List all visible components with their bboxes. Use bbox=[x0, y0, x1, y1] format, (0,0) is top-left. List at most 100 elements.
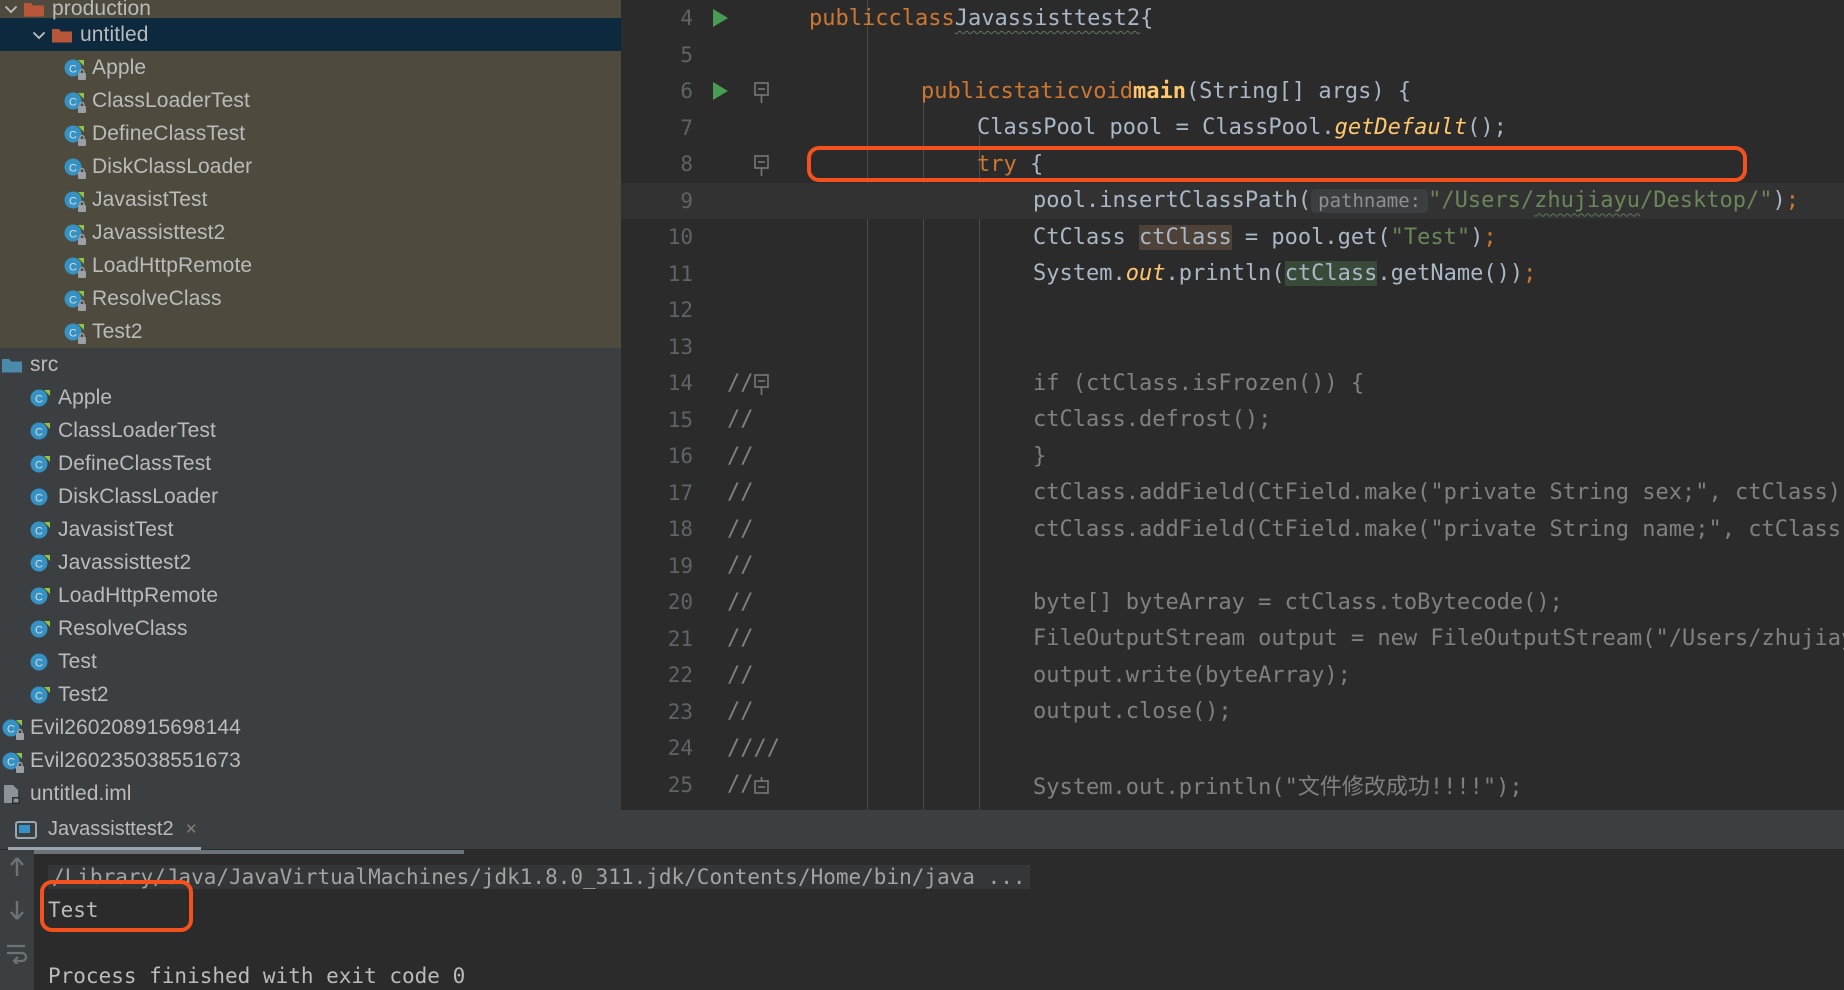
tree-item-javasisttest[interactable]: C JavasistTest bbox=[0, 513, 621, 546]
code-line-4[interactable]: 4 public class Javassisttest2 { bbox=[621, 0, 1844, 37]
code-line-12[interactable]: 12 bbox=[621, 292, 1844, 329]
tree-item-label: Apple bbox=[92, 55, 147, 79]
tree-item-production[interactable]: production bbox=[0, 0, 621, 20]
class-compiled-icon: C bbox=[62, 254, 86, 278]
gutter-icons[interactable]: // bbox=[699, 548, 809, 585]
fold-end-icon[interactable] bbox=[753, 775, 771, 795]
run-tab-bar[interactable]: Javassisttest2 × bbox=[0, 810, 1844, 850]
tree-item-javassisttest2[interactable]: C Javassisttest2 bbox=[0, 546, 621, 579]
gutter-icons[interactable]: // bbox=[699, 621, 809, 658]
tree-item-resolveclass[interactable]: C ResolveClass bbox=[0, 282, 621, 315]
gutter-icons[interactable]: // bbox=[699, 511, 809, 548]
scroll-up-icon[interactable] bbox=[6, 854, 28, 885]
gutter-icons[interactable] bbox=[699, 292, 809, 329]
tree-item-apple[interactable]: C Apple bbox=[0, 51, 621, 84]
code-line-23[interactable]: 23 // output.close(); bbox=[621, 694, 1844, 731]
console-output-area[interactable]: /Library/Java/JavaVirtualMachines/jdk1.8… bbox=[0, 850, 1844, 990]
code-line-9[interactable]: 9 pool.insertClassPath( pathname: "/Users… bbox=[621, 182, 1844, 220]
tree-item-label: JavasistTest bbox=[92, 187, 208, 211]
code-line-22[interactable]: 22 // output.write(byteArray); bbox=[621, 657, 1844, 694]
close-icon[interactable]: × bbox=[186, 819, 197, 841]
gutter-icons[interactable]: // bbox=[699, 365, 809, 402]
gutter-icons[interactable]: // bbox=[699, 402, 809, 439]
tree-item-classloadertest[interactable]: C ClassLoaderTest bbox=[0, 414, 621, 447]
gutter-icons[interactable] bbox=[699, 37, 809, 74]
tree-item-defineclasstest[interactable]: C DefineClassTest bbox=[0, 447, 621, 480]
run-gutter-icon[interactable] bbox=[713, 82, 728, 100]
tree-item-evil260208915698144[interactable]: C Evil260208915698144 bbox=[0, 711, 621, 744]
code-line-15[interactable]: 15 // ctClass.defrost(); bbox=[621, 402, 1844, 439]
fold-collapse-icon[interactable] bbox=[753, 81, 771, 103]
code-line-14[interactable]: 14 // if (ctClass.isFrozen()) { bbox=[621, 365, 1844, 402]
tree-item-untitled[interactable]: untitled bbox=[0, 18, 621, 51]
gutter-icons[interactable] bbox=[699, 0, 809, 37]
tree-item-loadhttpremote[interactable]: C LoadHttpRemote bbox=[0, 579, 621, 612]
code-line-17[interactable]: 17 // ctClass.addField(CtField.make("priva… bbox=[621, 475, 1844, 512]
fold-collapse-icon[interactable] bbox=[753, 373, 771, 395]
tree-item-diskclassloader[interactable]: C DiskClassLoader bbox=[0, 480, 621, 513]
code-line-16[interactable]: 16 //} bbox=[621, 438, 1844, 475]
run-tab-javassisttest2[interactable]: Javassisttest2 × bbox=[0, 810, 209, 850]
tree-item-diskclassloader[interactable]: C DiskClassLoader bbox=[0, 150, 621, 183]
code-line-20[interactable]: 20 // byte[] byteArray = ctClass.toBytecod… bbox=[621, 584, 1844, 621]
run-tool-window[interactable]: Javassisttest2 × /Library/Java/JavaVirtu… bbox=[0, 810, 1844, 990]
gutter-icons[interactable]: // bbox=[699, 767, 809, 804]
console-text[interactable]: /Library/Java/JavaVirtualMachines/jdk1.8… bbox=[34, 850, 1844, 990]
class-compiled-icon: C bbox=[0, 749, 24, 773]
tree-item-loadhttpremote[interactable]: C LoadHttpRemote bbox=[0, 249, 621, 282]
code-line-25[interactable]: 25 // System.out.println("文件修改成功!!!!"); bbox=[621, 767, 1844, 804]
project-tree-panel[interactable]: production untitled C Apple C ClassLoaderTest… bbox=[0, 0, 621, 810]
code-line-10[interactable]: 10 CtClass ctClass = pool.get("Test"); bbox=[621, 219, 1844, 256]
gutter-icons[interactable]: // bbox=[699, 475, 809, 512]
gutter-icons[interactable] bbox=[699, 183, 809, 220]
tree-item-classloadertest[interactable]: C ClassLoaderTest bbox=[0, 84, 621, 117]
run-gutter-icon[interactable] bbox=[713, 9, 728, 27]
code-line-7[interactable]: 7 ClassPool pool = ClassPool. getDefault()… bbox=[621, 110, 1844, 147]
tree-item-test[interactable]: C Test bbox=[0, 645, 621, 678]
console-gutter-toolbar[interactable] bbox=[0, 850, 34, 990]
gutter-icons[interactable] bbox=[699, 110, 809, 147]
tree-item-label: Evil260208915698144 bbox=[30, 715, 241, 739]
gutter-icons[interactable] bbox=[699, 256, 809, 293]
gutter-icons[interactable] bbox=[699, 329, 809, 366]
tree-item-src[interactable]: src bbox=[0, 348, 621, 381]
code-line-11[interactable]: 11 System. out .println(ctClass .getName()); bbox=[621, 256, 1844, 293]
code-line-13[interactable]: 13 bbox=[621, 329, 1844, 366]
fold-collapse-icon[interactable] bbox=[753, 154, 771, 176]
scroll-down-icon[interactable] bbox=[6, 897, 28, 928]
code-line-5[interactable]: 5 bbox=[621, 37, 1844, 74]
code-line-24[interactable]: 24 //// bbox=[621, 730, 1844, 767]
tree-item-untitled-iml[interactable]: untitled.iml bbox=[0, 777, 621, 810]
code-line-8[interactable]: 8 try { bbox=[621, 146, 1844, 183]
tree-item-apple[interactable]: C Apple bbox=[0, 381, 621, 414]
gutter-icons[interactable] bbox=[699, 146, 809, 183]
gutter-icons[interactable] bbox=[699, 219, 809, 256]
console-output-line: Test bbox=[48, 893, 1844, 926]
tree-item-test2[interactable]: C Test2 bbox=[0, 678, 621, 711]
code-line-21[interactable]: 21 // FileOutputStream output = new FileOu… bbox=[621, 621, 1844, 658]
code-line-6[interactable]: 6 public static void main (String[] args) … bbox=[621, 73, 1844, 110]
gutter-icons[interactable]: // bbox=[699, 438, 809, 475]
tree-item-javassisttest2[interactable]: C Javassisttest2 bbox=[0, 216, 621, 249]
gutter-icons[interactable]: // bbox=[699, 694, 809, 731]
code-line-26[interactable]: 26 bbox=[621, 803, 1844, 810]
gutter-icons[interactable] bbox=[699, 73, 809, 110]
chevron-down-icon[interactable] bbox=[0, 0, 22, 20]
tree-item-defineclasstest[interactable]: C DefineClassTest bbox=[0, 117, 621, 150]
chevron-down-icon[interactable] bbox=[28, 24, 50, 46]
tree-item-evil260235038551673[interactable]: C Evil260235038551673 bbox=[0, 744, 621, 777]
tree-item-resolveclass[interactable]: C ResolveClass bbox=[0, 612, 621, 645]
code-line-18[interactable]: 18 // ctClass.addField(CtField.make("priva… bbox=[621, 511, 1844, 548]
console-scroll-indicator[interactable] bbox=[34, 850, 464, 854]
gutter-icons[interactable] bbox=[699, 803, 809, 810]
gutter-icons[interactable]: // bbox=[699, 584, 809, 621]
gutter-icons[interactable]: //// bbox=[699, 730, 809, 767]
code-line-19[interactable]: 19 // bbox=[621, 548, 1844, 585]
gutter-icons[interactable]: // bbox=[699, 657, 809, 694]
tree-item-javasisttest[interactable]: C JavasistTest bbox=[0, 183, 621, 216]
soft-wrap-icon[interactable] bbox=[5, 940, 29, 969]
comment-marker: // bbox=[727, 626, 754, 652]
class-compiled-icon: C bbox=[62, 89, 86, 113]
tree-item-test2[interactable]: C Test2 bbox=[0, 315, 621, 348]
code-editor[interactable]: 4 public class Javassisttest2 {5 6 public s… bbox=[621, 0, 1844, 810]
